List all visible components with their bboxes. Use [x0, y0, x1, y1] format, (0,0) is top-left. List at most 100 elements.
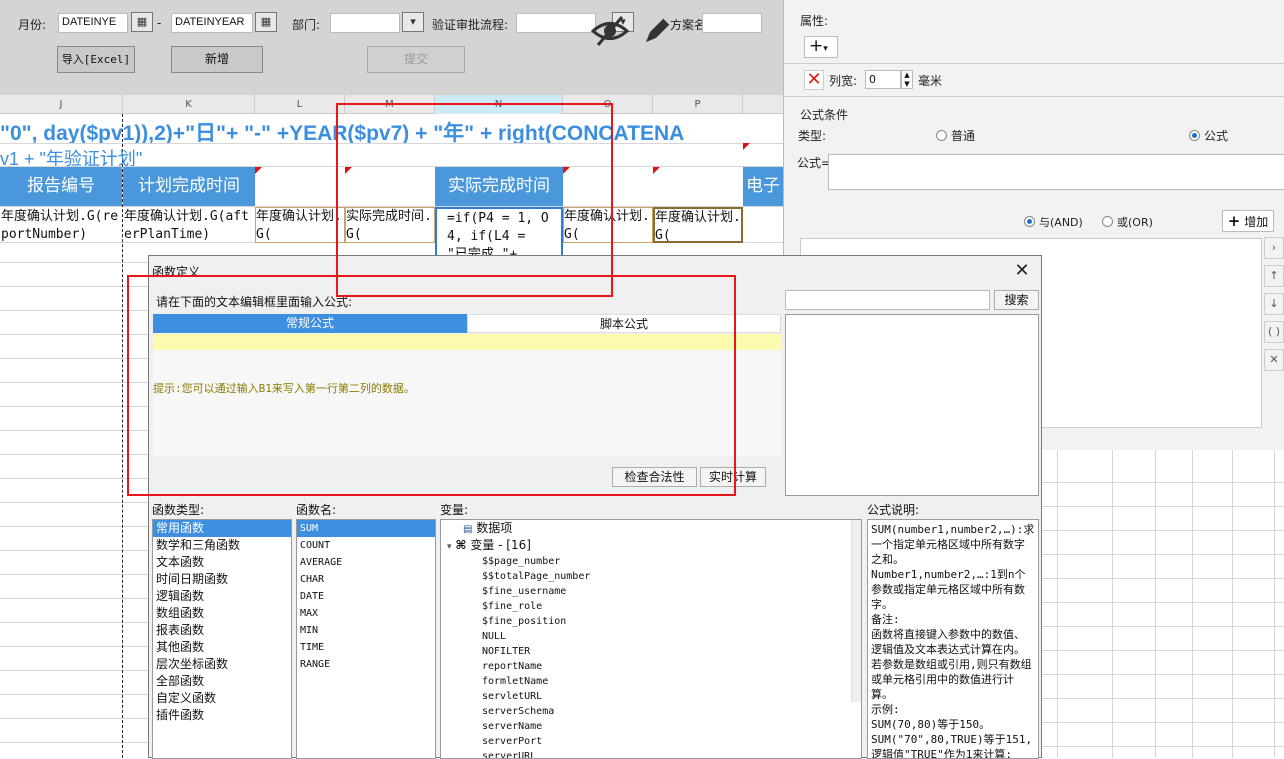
desc-line: 备注:: [871, 613, 900, 626]
var-label: 变量:: [440, 503, 469, 517]
fn-type-label: 函数类型:: [152, 503, 205, 517]
tree-item[interactable]: $fine_position: [441, 614, 861, 629]
tree-root[interactable]: ▤ 数据项: [441, 520, 861, 537]
list-item[interactable]: COUNT: [297, 537, 435, 554]
list-item[interactable]: 数学和三角函数: [153, 537, 291, 554]
tree-item[interactable]: $fine_role: [441, 599, 861, 614]
list-item[interactable]: MAX: [297, 605, 435, 622]
header-plan-time[interactable]: 计划完成时间: [123, 167, 255, 206]
add-condition-button[interactable]: + 增加: [1222, 210, 1274, 232]
add-property-button[interactable]: +▾: [804, 36, 838, 58]
list-item[interactable]: CHAR: [297, 571, 435, 588]
list-item[interactable]: SUM: [297, 520, 435, 537]
list-item[interactable]: 报表函数: [153, 622, 291, 639]
tree-item[interactable]: NOFILTER: [441, 644, 861, 659]
calendar-icon[interactable]: ▦: [255, 12, 277, 32]
type-normal-radio[interactable]: 普通: [936, 127, 975, 144]
cell-j-row1[interactable]: 年度确认计划.G(reportNumber): [0, 207, 123, 243]
tree-item[interactable]: $fine_username: [441, 584, 861, 599]
list-item[interactable]: 插件函数: [153, 707, 291, 724]
list-item[interactable]: 逻辑函数: [153, 588, 291, 605]
chevron-right-icon[interactable]: ›: [1264, 237, 1284, 259]
move-down-icon[interactable]: ↓: [1264, 293, 1284, 315]
annotation-box-cell: [336, 103, 613, 297]
list-item[interactable]: 时间日期函数: [153, 571, 291, 588]
tree-group[interactable]: ▾ ⌘ 变量 - [16]: [441, 537, 861, 554]
list-item[interactable]: 其他函数: [153, 639, 291, 656]
move-up-icon[interactable]: ↑: [1264, 265, 1284, 287]
calendar-icon[interactable]: ▦: [131, 12, 153, 32]
column-header[interactable]: P: [653, 95, 743, 114]
date-to-field[interactable]: DATEINYEAR: [171, 13, 253, 33]
col-width-input[interactable]: 0: [865, 70, 901, 89]
tree-item[interactable]: NULL: [441, 629, 861, 644]
tree-item[interactable]: $$page_number: [441, 554, 861, 569]
tree-item[interactable]: servletURL: [441, 689, 861, 704]
tree-item[interactable]: serverSchema: [441, 704, 861, 719]
header-electronic[interactable]: 电子: [743, 167, 783, 206]
list-item[interactable]: 层次坐标函数: [153, 656, 291, 673]
variable-tree[interactable]: ▤ 数据项 ▾ ⌘ 变量 - [16] $$page_number $$tota…: [440, 519, 862, 759]
header-report-number[interactable]: 报告编号: [0, 167, 122, 206]
dept-field[interactable]: [330, 13, 400, 33]
cell-p-row1[interactable]: 年度确认计划.G(: [653, 207, 743, 243]
plan-field[interactable]: [702, 13, 762, 33]
fn-type-list[interactable]: 常用函数 数学和三角函数 文本函数 时间日期函数 逻辑函数 数组函数 报表函数 …: [152, 519, 292, 759]
dropdown-icon[interactable]: ▾: [402, 12, 424, 32]
chevron-down-icon: ▾: [447, 542, 452, 552]
delete-icon[interactable]: ✕: [804, 70, 824, 90]
formula-description: SUM(number1,number2,…):求一个指定单元格区域中所有数字之和…: [867, 519, 1039, 759]
cond-title: 公式条件: [800, 108, 849, 122]
and-radio[interactable]: 与(AND): [1024, 214, 1083, 230]
list-item[interactable]: 全部函数: [153, 673, 291, 690]
close-icon[interactable]: ✕: [1012, 262, 1032, 282]
column-header[interactable]: J: [0, 95, 123, 114]
fn-name-list[interactable]: SUM COUNT AVERAGE CHAR DATE MAX MIN TIME…: [296, 519, 436, 759]
desc-line: SUM(number1,number2,…):求一个指定单元格区域中所有数字之和…: [871, 523, 1035, 566]
edit-pen-icon[interactable]: [640, 14, 674, 48]
list-item[interactable]: AVERAGE: [297, 554, 435, 571]
desc-line: 函数将直接键入参数中的数值、逻辑值及文本表达式计算在内。若参数是数组或引用,则只…: [871, 628, 1032, 701]
or-radio[interactable]: 或(OR): [1102, 214, 1153, 230]
attr-title: 属性:: [800, 14, 829, 28]
title-formula-cell[interactable]: v1 + "年验证计划": [0, 145, 256, 166]
list-item[interactable]: 数组函数: [153, 605, 291, 622]
list-item[interactable]: 常用函数: [153, 520, 291, 537]
list-item[interactable]: RANGE: [297, 656, 435, 673]
search-results[interactable]: [785, 314, 1039, 496]
date-from-field[interactable]: DATEINYE: [58, 13, 128, 33]
add-button[interactable]: 新增: [171, 46, 263, 73]
unit-label: 毫米: [918, 74, 943, 88]
submit-button[interactable]: 提交: [367, 46, 465, 73]
import-excel-button[interactable]: 导入[Excel]: [57, 46, 135, 73]
list-item[interactable]: 文本函数: [153, 554, 291, 571]
bracket-icon[interactable]: ( ): [1264, 321, 1284, 343]
tree-item[interactable]: reportName: [441, 659, 861, 674]
remove-bracket-icon[interactable]: ✕: [1264, 349, 1284, 371]
type-formula-radio[interactable]: 公式: [1189, 127, 1228, 144]
month-label: 月份:: [18, 18, 47, 32]
column-header[interactable]: L: [255, 95, 345, 114]
cell-marker: [653, 167, 660, 174]
search-button[interactable]: 搜索: [994, 290, 1039, 310]
formula-input[interactable]: [828, 154, 1284, 190]
annotation-box-editor: [127, 275, 736, 496]
tree-item[interactable]: formletName: [441, 674, 861, 689]
list-item[interactable]: MIN: [297, 622, 435, 639]
scrollbar[interactable]: [851, 520, 861, 702]
approval-field[interactable]: [516, 13, 596, 33]
cell-l-row1[interactable]: 年度确认计划.G(: [255, 207, 345, 243]
tree-item[interactable]: serverName: [441, 719, 861, 734]
stepper-icon[interactable]: ▲ ▼: [901, 70, 913, 89]
cell-k-row1[interactable]: 年度确认计划.G(afterPlanTime): [123, 207, 255, 243]
tree-item[interactable]: $$totalPage_number: [441, 569, 861, 584]
tree-item[interactable]: serverPort: [441, 734, 861, 749]
sheet-background: [1042, 450, 1284, 758]
list-item[interactable]: TIME: [297, 639, 435, 656]
hide-eye-icon[interactable]: [590, 14, 630, 48]
query-toolbar: 月份: DATEINYE ▦ - DATEINYEAR ▦ 部门: ▾ 验证审批…: [0, 0, 783, 95]
search-input[interactable]: [785, 290, 990, 310]
list-item[interactable]: 自定义函数: [153, 690, 291, 707]
column-header[interactable]: K: [123, 95, 255, 114]
list-item[interactable]: DATE: [297, 588, 435, 605]
